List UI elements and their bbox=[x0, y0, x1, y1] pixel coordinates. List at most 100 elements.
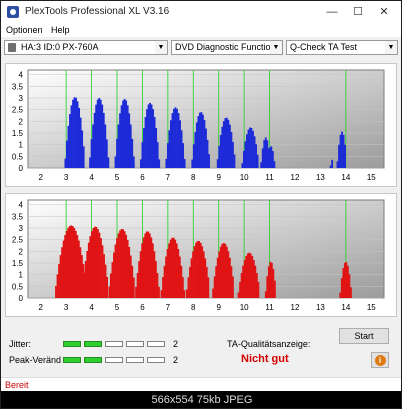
y-tick-label: 3 bbox=[19, 94, 24, 103]
quality-section: Jitter: 2 Peak-Veränd 2 TA-Qualitätsanze… bbox=[1, 321, 401, 376]
info-button[interactable]: i bbox=[371, 352, 389, 368]
x-tick-label: 3 bbox=[64, 173, 69, 182]
menu-optionen[interactable]: Optionen bbox=[6, 25, 43, 35]
app-window: PlexTools Professional XL V3.16 — ☐ ✕ Op… bbox=[0, 0, 402, 409]
info-icon: i bbox=[374, 355, 386, 366]
drive-select[interactable]: HA:3 ID:0 PX-760A ▼ bbox=[4, 40, 168, 55]
start-button[interactable]: Start bbox=[339, 328, 389, 344]
y-tick-label: 3 bbox=[19, 224, 24, 233]
y-tick-label: 1.5 bbox=[12, 259, 24, 268]
meter-segment bbox=[84, 357, 102, 363]
x-tick-label: 4 bbox=[89, 303, 94, 312]
jitter-chart: 4 3.5 3 2.5 2 1.5 1 0.5 0 2 3 4 5 6 7 8 9 10 11 12 13 14 15 bbox=[12, 69, 385, 182]
x-tick-label: 15 bbox=[367, 173, 376, 182]
y-tick-label: 2.5 bbox=[12, 236, 24, 245]
status-text: Bereit bbox=[5, 380, 29, 390]
meter-segment bbox=[105, 357, 123, 363]
y-tick-label: 3.5 bbox=[12, 212, 24, 221]
chevron-down-icon: ▼ bbox=[270, 41, 282, 54]
window-title: PlexTools Professional XL V3.16 bbox=[25, 6, 170, 17]
close-button[interactable]: ✕ bbox=[371, 3, 397, 21]
test-select[interactable]: Q-Check TA Test ▼ bbox=[286, 40, 398, 55]
x-tick-label: 10 bbox=[240, 173, 249, 182]
x-tick-label: 9 bbox=[216, 303, 221, 312]
peak-chart-panel: 4 3.5 3 2.5 2 1.5 1 0.5 0 2 3 4 5 6 7 8 9 10 11 12 13 14 15 bbox=[5, 193, 397, 317]
function-select-value: DVD Diagnostic Functions bbox=[175, 42, 281, 52]
bar bbox=[208, 154, 210, 168]
x-tick-label: 8 bbox=[191, 173, 196, 182]
bar bbox=[132, 156, 135, 168]
y-tick-label: 2 bbox=[19, 247, 24, 256]
bar bbox=[256, 154, 259, 168]
peak-chart: 4 3.5 3 2.5 2 1.5 1 0.5 0 2 3 4 5 6 7 8 9 10 11 12 13 14 15 bbox=[12, 199, 385, 312]
meter-segment bbox=[105, 341, 123, 347]
status-bar: Bereit bbox=[1, 377, 401, 392]
app-icon bbox=[7, 6, 19, 18]
bar bbox=[158, 286, 160, 298]
drive-icon bbox=[8, 43, 16, 52]
y-tick-label: 1 bbox=[19, 141, 24, 150]
y-tick-label: 4 bbox=[19, 201, 24, 210]
x-tick-label: 11 bbox=[265, 173, 274, 182]
maximize-button[interactable]: ☐ bbox=[345, 3, 371, 21]
bar bbox=[207, 277, 210, 298]
bar bbox=[183, 290, 186, 298]
ta-quality-result: Nicht gut bbox=[241, 353, 289, 365]
title-bar: PlexTools Professional XL V3.16 — ☐ ✕ bbox=[1, 1, 401, 23]
y-tick-label: 1 bbox=[19, 271, 24, 280]
meter-segment bbox=[84, 341, 102, 347]
x-tick-label: 5 bbox=[115, 173, 120, 182]
bar bbox=[344, 144, 346, 168]
meter-segment bbox=[63, 357, 81, 363]
y-tick-label: 2.5 bbox=[12, 106, 24, 115]
x-tick-label: 6 bbox=[140, 303, 145, 312]
function-select[interactable]: DVD Diagnostic Functions ▼ bbox=[171, 40, 283, 55]
bar bbox=[132, 277, 135, 298]
bar bbox=[107, 157, 110, 168]
x-tick-label: 4 bbox=[89, 173, 94, 182]
x-tick-label: 6 bbox=[140, 173, 145, 182]
y-tick-label: 3.5 bbox=[12, 82, 24, 91]
x-tick-label: 2 bbox=[38, 303, 43, 312]
bar bbox=[232, 276, 234, 298]
toolbar: HA:3 ID:0 PX-760A ▼ DVD Diagnostic Funct… bbox=[1, 38, 401, 58]
peak-value: 2 bbox=[173, 355, 179, 365]
x-tick-label: 13 bbox=[316, 173, 325, 182]
meter-segment bbox=[147, 341, 165, 347]
y-tick-label: 1.5 bbox=[12, 129, 24, 138]
bar bbox=[82, 146, 85, 168]
x-tick-label: 15 bbox=[367, 303, 376, 312]
x-tick-label: 5 bbox=[115, 303, 120, 312]
x-tick-label: 11 bbox=[265, 303, 274, 312]
meter-segment bbox=[126, 341, 144, 347]
y-tick-label: 2 bbox=[19, 117, 24, 126]
menu-bar: Optionen Help bbox=[1, 23, 401, 37]
jitter-label: Jitter: bbox=[9, 339, 32, 349]
jitter-chart-panel: 4 3.5 3 2.5 2 1.5 1 0.5 0 2 3 4 5 6 7 8 9 10 11 12 13 14 15 bbox=[5, 63, 397, 187]
jitter-value: 2 bbox=[173, 339, 179, 349]
meter-segment bbox=[63, 341, 81, 347]
x-tick-label: 7 bbox=[166, 303, 171, 312]
drive-select-value: HA:3 ID:0 PX-760A bbox=[21, 42, 99, 52]
image-caption: 566x554 75kb JPEG bbox=[1, 391, 401, 408]
x-tick-label: 14 bbox=[341, 173, 350, 182]
y-tick-label: 0 bbox=[19, 164, 24, 173]
bar bbox=[106, 276, 108, 298]
x-tick-label: 8 bbox=[191, 303, 196, 312]
menu-help[interactable]: Help bbox=[51, 25, 70, 35]
x-tick-label: 12 bbox=[291, 173, 300, 182]
bar bbox=[274, 280, 276, 298]
test-select-value: Q-Check TA Test bbox=[290, 42, 358, 52]
meter-segment bbox=[126, 357, 144, 363]
meter-segment bbox=[147, 357, 165, 363]
minimize-button[interactable]: — bbox=[319, 3, 345, 21]
chevron-down-icon: ▼ bbox=[155, 41, 167, 54]
x-tick-label: 3 bbox=[64, 303, 69, 312]
y-tick-label: 4 bbox=[19, 71, 24, 80]
x-tick-label: 2 bbox=[38, 173, 43, 182]
bar bbox=[273, 161, 276, 168]
bar bbox=[183, 158, 186, 168]
chevron-down-icon: ▼ bbox=[385, 41, 397, 54]
x-tick-label: 14 bbox=[341, 303, 350, 312]
y-tick-label: 0 bbox=[19, 294, 24, 303]
